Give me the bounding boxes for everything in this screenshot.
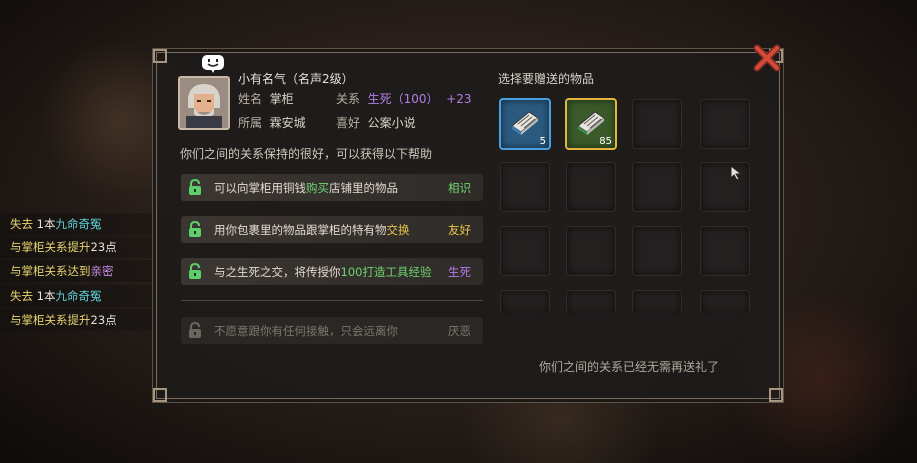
help-item-tier: 生死 — [448, 265, 471, 279]
gift-slot[interactable] — [700, 226, 750, 276]
help-item-text: 用你包裹里的物品跟掌柜的特有物交换 — [214, 223, 410, 237]
npc-name: 掌柜 — [269, 92, 294, 106]
shopkeeper-avatar — [180, 78, 228, 128]
log-text: 23点 — [90, 240, 117, 254]
smile-emote-icon — [201, 54, 225, 74]
help-item[interactable]: 可以向掌柜用铜钱购买店铺里的物品 相识 — [181, 174, 483, 201]
panel-corner — [769, 388, 783, 402]
lock-icon — [187, 178, 203, 196]
item-count: 5 — [539, 136, 546, 147]
gift-slot[interactable] — [632, 99, 682, 149]
log-text: 与掌柜关系提升 — [10, 240, 91, 254]
hobby-row: 喜好 公案小说 — [336, 114, 416, 131]
book-icon — [509, 108, 541, 136]
gift-slot[interactable] — [632, 162, 682, 212]
gift-slot[interactable] — [700, 290, 750, 313]
log-text: 失去 — [10, 289, 37, 303]
log-text: 1本 — [36, 289, 56, 303]
relation-description: 你们之间的关系保持的很好，可以获得以下帮助 — [180, 147, 433, 161]
name-label: 姓名 — [238, 92, 263, 106]
divider — [181, 300, 483, 301]
gift-footer-message: 你们之间的关系已经无需再送礼了 — [539, 360, 720, 374]
log-text: 与掌柜关系达到 — [10, 264, 91, 278]
book-icon — [575, 108, 607, 136]
panel-corner — [153, 388, 167, 402]
relation-delta: +23 — [446, 92, 472, 106]
help-item-text: 不愿意跟你有任何接触，只会远离你 — [214, 324, 398, 338]
home-value: 霖安城 — [269, 116, 306, 130]
gift-slot[interactable] — [566, 162, 616, 212]
close-x-icon — [753, 44, 781, 72]
relation-value: 生死（100） — [367, 92, 439, 106]
item-count: 85 — [599, 136, 612, 147]
home-label: 所属 — [238, 116, 263, 130]
log-text: 失去 — [10, 217, 37, 231]
gift-slot[interactable] — [500, 162, 550, 212]
help-item-tier: 厌恶 — [448, 324, 471, 338]
help-item[interactable]: 不愿意跟你有任何接触，只会远离你 厌恶 — [181, 317, 483, 344]
home-row: 所属 霖安城 — [238, 114, 306, 131]
gift-slot[interactable]: 85 — [565, 98, 617, 150]
npc-portrait — [178, 76, 230, 130]
gift-slot[interactable] — [632, 290, 682, 313]
panel-corner — [153, 49, 167, 63]
log-text: 与掌柜关系提升 — [10, 313, 91, 327]
log-text: 1本 — [36, 217, 56, 231]
gift-slot[interactable] — [566, 226, 616, 276]
hobby-value: 公案小说 — [367, 116, 416, 130]
npc-name-row: 姓名 掌柜 — [238, 90, 294, 107]
gift-slot[interactable] — [700, 99, 750, 149]
hobby-label: 喜好 — [336, 116, 361, 130]
help-item-tier: 相识 — [448, 181, 471, 195]
gift-slot[interactable] — [632, 226, 682, 276]
fame-title: 小有名气（名声2级） — [238, 72, 354, 86]
help-item-text: 可以向掌柜用铜钱购买店铺里的物品 — [214, 181, 398, 195]
help-item-text: 与之生死之交，将传授你100打造工具经验 — [214, 265, 432, 279]
lock-icon — [187, 321, 203, 339]
help-item[interactable]: 与之生死之交，将传授你100打造工具经验 生死 — [181, 258, 483, 285]
relation-row: 关系 生死（100） +23 — [336, 90, 472, 107]
help-item-tier: 友好 — [448, 223, 471, 237]
gift-slot[interactable] — [500, 290, 550, 313]
log-text: 九命奇冤 — [55, 217, 102, 231]
gift-slot[interactable]: 5 — [499, 98, 551, 150]
gift-slot[interactable] — [566, 290, 616, 313]
close-button[interactable] — [751, 42, 783, 74]
lock-icon — [187, 262, 203, 280]
lock-icon — [187, 220, 203, 238]
log-text: 九命奇冤 — [55, 289, 102, 303]
gift-slot[interactable] — [500, 226, 550, 276]
log-text: 亲密 — [90, 264, 114, 278]
mouse-cursor-icon — [730, 164, 744, 181]
help-item[interactable]: 用你包裹里的物品跟掌柜的特有物交换 友好 — [181, 216, 483, 243]
relation-label: 关系 — [336, 92, 361, 106]
gift-title: 选择要赠送的物品 — [498, 72, 595, 86]
log-text: 23点 — [90, 313, 117, 327]
